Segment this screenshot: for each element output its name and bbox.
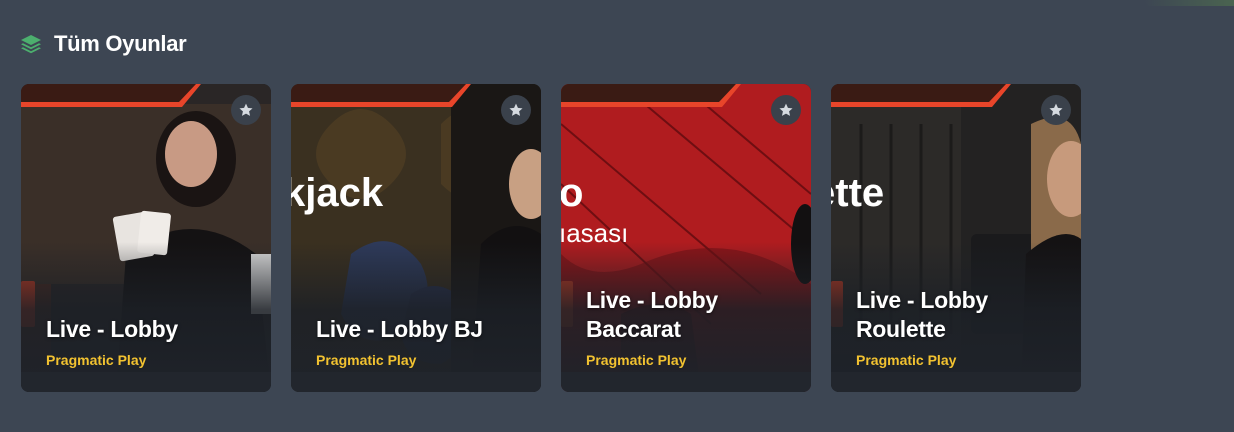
svg-text:ette: ette [831, 171, 884, 215]
game-provider: Pragmatic Play [316, 352, 417, 368]
game-provider: Pragmatic Play [46, 352, 147, 368]
game-provider: Pragmatic Play [586, 352, 687, 368]
star-icon [1049, 103, 1063, 116]
card-footer [291, 372, 541, 392]
favorite-button[interactable] [231, 95, 261, 125]
section-header: Tüm Oyunlar [20, 30, 187, 58]
favorite-button[interactable] [771, 95, 801, 125]
favorite-button[interactable] [1041, 95, 1071, 125]
layers-icon [20, 33, 42, 55]
game-title: Live - Lobby Baccarat [586, 287, 718, 342]
card-footer [831, 372, 1081, 392]
game-card-live-lobby-roulette[interactable]: ette Live - Lobby Roulette Pragmatic Pla… [831, 84, 1081, 392]
card-footer [561, 372, 811, 392]
star-icon [509, 103, 523, 116]
section-title: Tüm Oyunlar [54, 31, 187, 56]
svg-text:kjack: kjack [291, 171, 384, 215]
star-icon [779, 103, 793, 116]
star-icon [239, 103, 253, 116]
game-card-live-lobby-baccarat[interactable]: o ıasası Live - Lobby Baccarat Pragmatic… [561, 84, 811, 392]
game-title: Live - Lobby Roulette [856, 287, 988, 342]
card-footer [21, 372, 271, 392]
game-card-live-lobby-bj[interactable]: kjack Live - Lobby BJ Pragmatic Play [291, 84, 541, 392]
game-provider: Pragmatic Play [856, 352, 957, 368]
game-title: Live - Lobby BJ [316, 316, 483, 342]
top-right-accent [1144, 0, 1234, 6]
games-grid: Live - Lobby Pragmatic Play kjack Live -… [21, 84, 1081, 392]
favorite-button[interactable] [501, 95, 531, 125]
svg-text:o: o [561, 171, 583, 215]
game-title: Live - Lobby [46, 316, 178, 342]
game-card-live-lobby[interactable]: Live - Lobby Pragmatic Play [21, 84, 271, 392]
